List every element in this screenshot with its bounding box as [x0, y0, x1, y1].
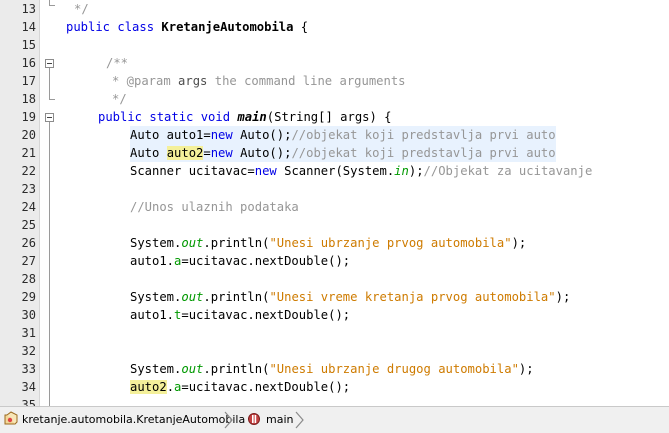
line-number: 24: [21, 200, 36, 214]
line-number: 15: [21, 38, 36, 52]
breadcrumb-method[interactable]: main: [266, 412, 293, 428]
line-number: 27: [21, 254, 36, 268]
line-number-gutter: 13 14 15 16 17 18 19 20 21 22 23 24 25 2…: [0, 0, 40, 406]
method-icon: [247, 411, 261, 427]
code-line-16: /**: [106, 56, 129, 70]
line-number: 34: [21, 380, 36, 394]
code-line-33: System.out.println("Unesi ubrzanje drugo…: [130, 362, 534, 376]
line-number: 20: [21, 128, 36, 142]
line-number: 19: [21, 110, 36, 124]
fold-guide-end: [49, 99, 55, 100]
code-line-19: public static void main(String[] args) {: [98, 110, 392, 124]
line-number: 35: [21, 398, 36, 406]
code-line-22: Scanner ucitavac=new Scanner(System.in);…: [130, 164, 593, 178]
line-number: 32: [21, 344, 36, 358]
occurrence-highlight: auto2: [130, 380, 167, 394]
chevron-right-icon: [224, 411, 233, 429]
fold-guide-end: [49, 5, 55, 6]
line-number: 33: [21, 362, 36, 376]
breadcrumb-class[interactable]: kretanje.automobila.KretanjeAutomobila: [22, 412, 245, 428]
line-number: 29: [21, 290, 36, 304]
code-line-26: System.out.println("Unesi ubrzanje prvog…: [130, 236, 527, 250]
fold-guide: [49, 122, 50, 406]
line-number: 21: [21, 146, 36, 160]
line-number: 28: [21, 272, 36, 286]
line-number: 14: [21, 20, 36, 34]
code-line-30: auto1.t=ucitavac.nextDouble();: [130, 308, 351, 322]
line-number: 22: [21, 164, 36, 178]
code-line-21: Auto auto2=new Auto();//objekat koji pre…: [130, 144, 556, 162]
line-number: 25: [21, 218, 36, 232]
line-number: 17: [21, 74, 36, 88]
code-line-13: */: [74, 2, 89, 16]
code-editor[interactable]: 13 14 15 16 17 18 19 20 21 22 23 24 25 2…: [0, 0, 669, 406]
occurrence-highlight: auto2: [166, 146, 204, 160]
navigation-breadcrumb-bar: kretanje.automobila.KretanjeAutomobila m…: [0, 406, 669, 433]
fold-guide: [49, 68, 50, 99]
code-line-29: System.out.println("Unesi vreme kretanja…: [130, 290, 571, 304]
code-line-20: Auto auto1=new Auto();//objekat koji pre…: [130, 126, 556, 144]
code-line-24: //Unos ulaznih podataka: [130, 200, 299, 214]
class-icon: [3, 411, 19, 427]
code-line-18: */: [112, 92, 127, 106]
line-number: 16: [21, 56, 36, 70]
fold-method-toggle[interactable]: [45, 113, 54, 122]
line-number: 31: [21, 326, 36, 340]
fold-comment-toggle[interactable]: [45, 59, 54, 68]
chevron-right-icon: [295, 411, 304, 429]
line-number: 13: [21, 2, 36, 16]
code-line-14: public class KretanjeAutomobila {: [66, 20, 309, 34]
line-number: 18: [21, 92, 36, 106]
line-number: 30: [21, 308, 36, 322]
code-line-27: auto1.a=ucitavac.nextDouble();: [130, 254, 351, 268]
code-line-17: * @param args the command line arguments: [112, 74, 406, 88]
line-number: 23: [21, 182, 36, 196]
code-line-34: auto2.a=ucitavac.nextDouble();: [130, 380, 351, 394]
line-number: 26: [21, 236, 36, 250]
